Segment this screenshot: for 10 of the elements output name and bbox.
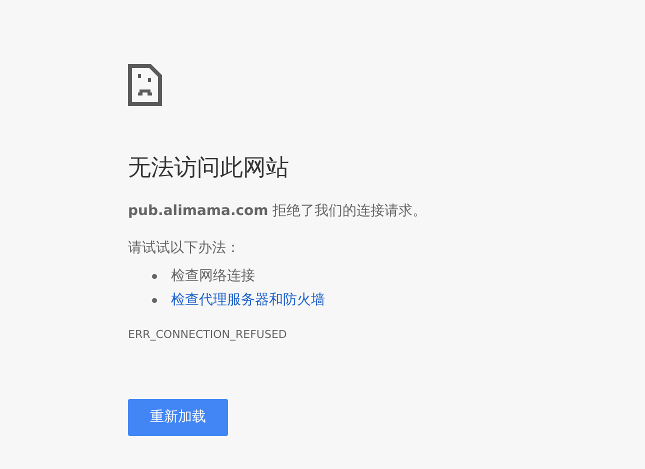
suggestion-link[interactable]: 检查代理服务器和防火墙 <box>171 290 325 312</box>
bullet-icon <box>152 274 157 280</box>
sad-page-icon <box>128 64 162 106</box>
reload-button[interactable]: 重新加载 <box>128 399 228 436</box>
bullet-icon <box>152 298 157 304</box>
error-message: pub.alimama.com 拒绝了我们的连接请求。 <box>128 202 427 221</box>
suggestion-text: 检查网络连接 <box>171 267 255 286</box>
error-code: ERR_CONNECTION_REFUSED <box>128 326 287 343</box>
suggestions-intro: 请试试以下办法： <box>128 238 240 258</box>
error-heading: 无法访问此网站 <box>128 154 289 183</box>
